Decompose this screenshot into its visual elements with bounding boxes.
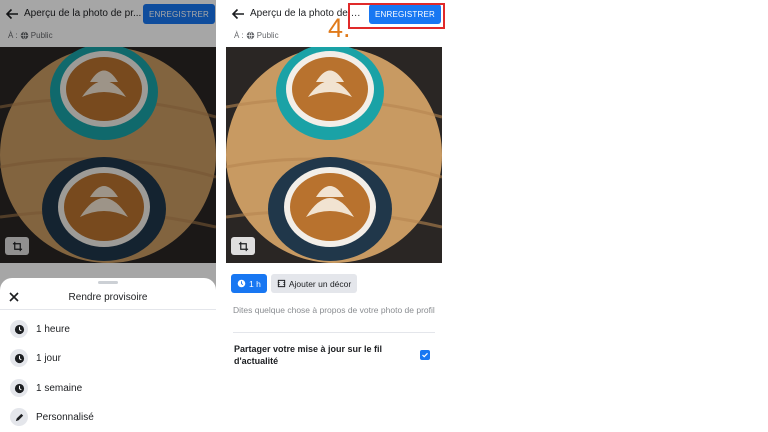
option-1-week[interactable]: 1 semaine [0,374,216,402]
crop-icon [238,241,248,251]
option-label: Personnalisé [36,412,94,423]
share-to-feed-checkbox[interactable] [420,350,430,360]
frame-icon [277,279,285,288]
sheet-title: Rendre provisoire [68,292,148,303]
temporary-bottom-sheet: Rendre provisoire 1 heure 1 jour 1 semai… [0,278,216,432]
photo-options: 1 h Ajouter un décor [231,274,358,293]
step-highlight-box [348,3,445,29]
sheet-header: Rendre provisoire [0,286,216,310]
temporary-duration-chip[interactable]: 1 h [231,274,267,293]
chip-label: 1 h [249,278,261,289]
option-label: 1 heure [36,324,70,335]
pencil-icon [10,408,28,426]
option-label: 1 semaine [36,383,83,394]
clock-icon [10,320,28,338]
audience-value: Public [256,31,279,40]
option-label: 1 jour [36,353,62,364]
audience-prefix: À : [234,31,244,40]
profile-photo-preview [226,47,442,263]
crop-button[interactable] [231,237,255,255]
checkmark-icon [422,352,428,358]
audience-selector[interactable]: À : Public [234,31,279,40]
share-to-feed-label: Partager votre mise à jour sur le fil d'… [234,344,383,366]
right-screen: Aperçu de la photo de pr... ENREGISTRER … [226,0,442,432]
chip-label: Ajouter un décor [288,278,352,289]
left-screen: Aperçu de la photo de pr... ENREGISTRER … [0,0,216,432]
add-frame-button[interactable]: Ajouter un décor [270,274,358,293]
clock-icon [10,379,28,397]
drag-handle[interactable] [98,281,118,284]
step-number-label: 4. [328,13,351,43]
clock-icon [237,279,246,288]
profile-photo [226,47,442,263]
globe-icon [246,31,255,40]
option-custom[interactable]: Personnalisé [0,403,216,431]
caption-input[interactable]: Dites quelque chose à propos de votre ph… [233,305,437,316]
option-1-day[interactable]: 1 jour [0,344,216,372]
back-arrow-icon[interactable] [230,6,246,22]
clock-icon [10,349,28,367]
divider [233,332,435,333]
option-1-hour[interactable]: 1 heure [0,315,216,343]
